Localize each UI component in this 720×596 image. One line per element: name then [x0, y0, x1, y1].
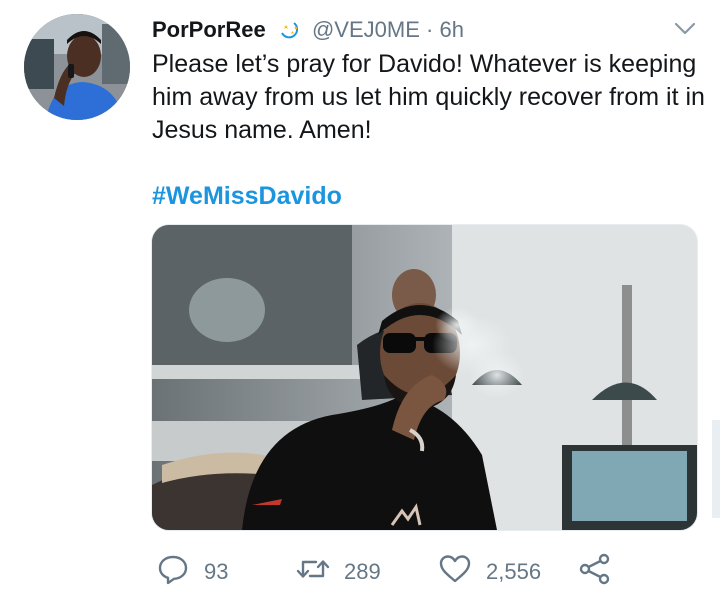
timestamp[interactable]: 6h — [439, 17, 463, 42]
tweet-text: Please let’s pray for Davido! Whatever i… — [152, 50, 705, 144]
like-icon — [438, 552, 472, 592]
scroll-edge — [712, 420, 720, 518]
share-icon — [578, 552, 612, 592]
reply-button[interactable]: 93 — [156, 552, 228, 592]
reply-icon — [156, 552, 190, 592]
avatar-photo — [24, 14, 130, 120]
retweet-button[interactable]: 289 — [296, 552, 381, 592]
reply-count: 93 — [204, 559, 229, 584]
photo-image — [152, 225, 697, 530]
display-name[interactable]: PorPorRee — [152, 17, 266, 42]
share-button[interactable] — [578, 552, 612, 592]
retweet-icon — [296, 552, 330, 592]
emoji-badge-icon — [278, 19, 302, 41]
tweet-header: PorPorRee @VEJ0ME · 6h — [152, 16, 464, 44]
like-count: 2,556 — [486, 559, 542, 584]
tweet-media-photo[interactable] — [151, 224, 698, 531]
user-handle[interactable]: @VEJ0ME — [312, 17, 420, 42]
chevron-down-icon[interactable] — [672, 20, 698, 38]
separator-dot: · — [426, 17, 434, 42]
hashtag-link[interactable]: #WeMissDavido — [152, 180, 342, 212]
tweet-actions: 93 289 2,556 — [0, 552, 720, 592]
like-button[interactable]: 2,556 — [438, 552, 541, 592]
avatar[interactable] — [24, 14, 130, 120]
retweet-count: 289 — [344, 559, 381, 584]
